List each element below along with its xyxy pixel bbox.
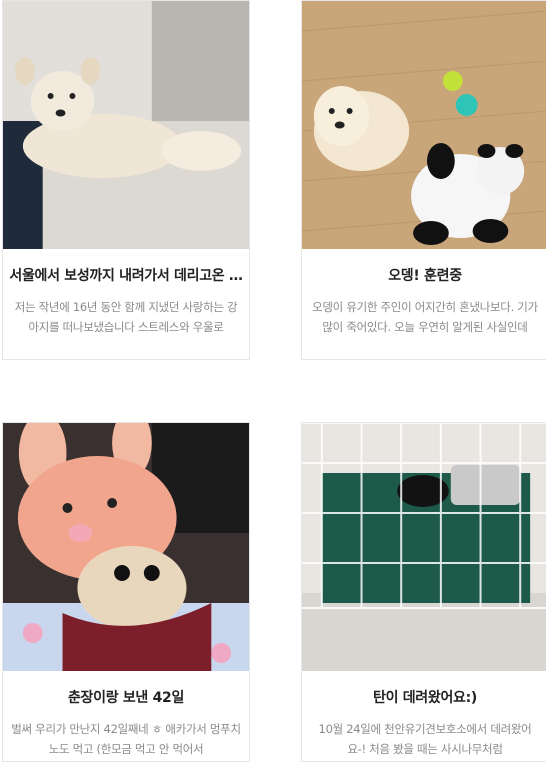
post-thumbnail[interactable] bbox=[302, 423, 546, 671]
post-thumbnail[interactable] bbox=[3, 1, 249, 249]
post-excerpt: 벌써 우리가 만난지 42일째네 ㅎ 애카가서 멍푸치노도 먹고 (한모금 먹고… bbox=[11, 722, 241, 756]
post-thumbnail[interactable] bbox=[302, 1, 546, 249]
post-card[interactable]: 서울에서 보성까지 내려가서 데리고온 … 저는 작년에 16년 동안 함께 지… bbox=[2, 0, 250, 360]
post-title[interactable]: 오뎅! 훈련중 bbox=[308, 265, 542, 285]
post-title[interactable]: 탄이 데려왔어요:) bbox=[308, 687, 542, 707]
post-thumbnail[interactable] bbox=[3, 423, 249, 671]
post-card[interactable]: 춘장이랑 보낸 42일 벌써 우리가 만난지 42일째네 ㅎ 애카가서 멍푸치노… bbox=[2, 422, 250, 762]
post-card[interactable]: 탄이 데려왔어요:) 10월 24일에 천안유기견보호소에서 데려왔어요-! 처… bbox=[301, 422, 546, 762]
post-card[interactable]: 오뎅! 훈련중 오뎅이 유기한 주인이 어지간히 혼냈나보다. 기가 많이 죽어… bbox=[301, 0, 546, 360]
post-excerpt: 10월 24일에 천안유기견보호소에서 데려왔어요-! 처음 봤을 때는 사시나… bbox=[318, 722, 532, 756]
post-title[interactable]: 서울에서 보성까지 내려가서 데리고온 … bbox=[9, 265, 243, 285]
post-excerpt: 오뎅이 유기한 주인이 어지간히 혼냈나보다. 기가 많이 죽어있다. 오늘 우… bbox=[312, 300, 538, 334]
post-title[interactable]: 춘장이랑 보낸 42일 bbox=[9, 687, 243, 707]
post-excerpt: 저는 작년에 16년 동안 함께 지냈던 사랑하는 강아지를 떠나보냈습니다 스… bbox=[14, 300, 238, 334]
